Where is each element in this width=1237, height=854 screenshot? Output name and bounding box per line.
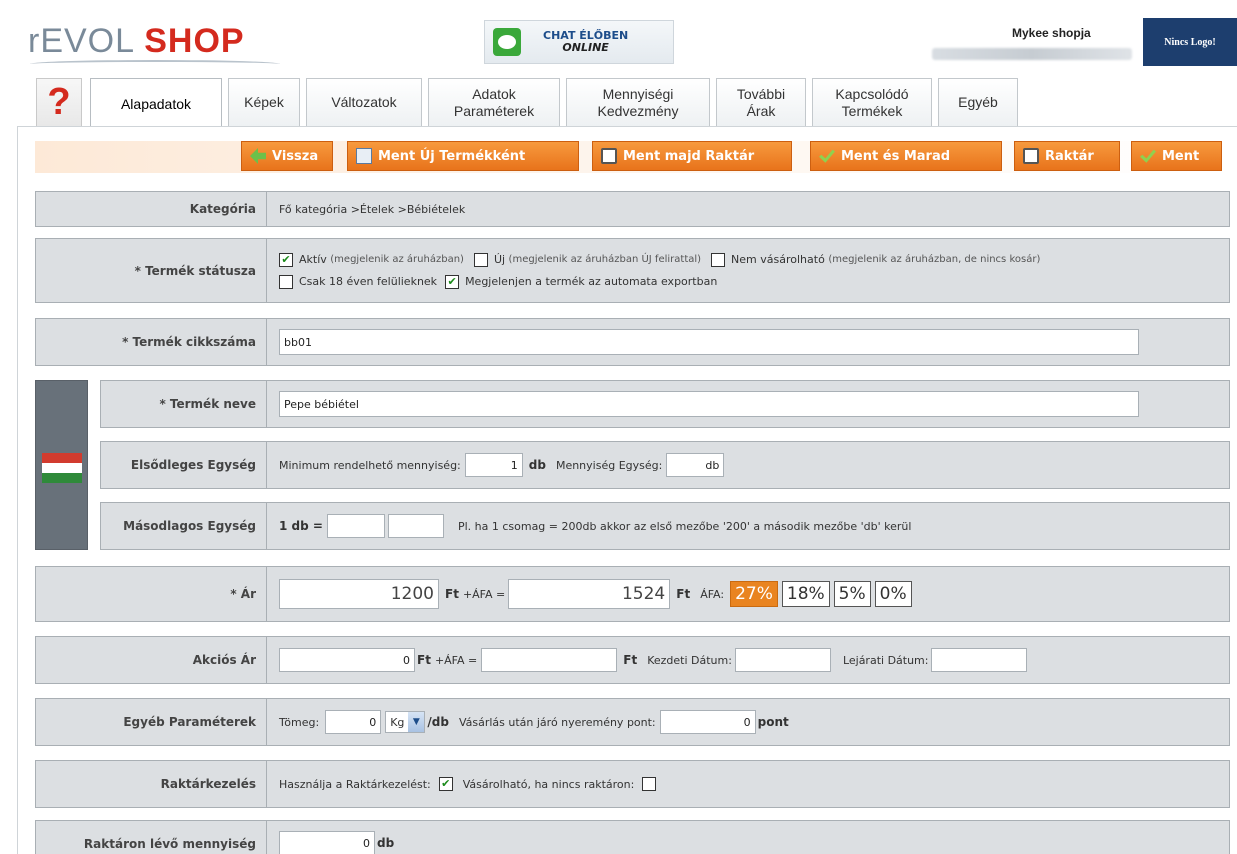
primary-unit-row: Elsődleges Egység Minimum rendelhető men… (100, 441, 1230, 489)
tab-mennyisegi-kedvezmeny[interactable]: Mennyiségi Kedvezmény (566, 78, 710, 126)
arrow-left-icon (250, 148, 266, 164)
sale-gross-price-input[interactable] (481, 648, 618, 672)
tab-alapadatok[interactable]: Alapadatok (90, 78, 222, 130)
stock-management-label: Raktárkezelés (36, 761, 267, 807)
tab-kapcsolodo-termekek[interactable]: Kapcsolódó Termékek (812, 78, 932, 126)
clipboard-icon (1023, 148, 1039, 164)
weight-unit-select[interactable]: Kg ▼ (385, 711, 426, 733)
back-button[interactable]: Vissza (241, 141, 333, 171)
tab-bar: Alapadatok Képek Változatok Adatok Param… (90, 78, 1018, 130)
category-label: Kategória (36, 192, 267, 226)
clipboard-icon (601, 148, 617, 164)
vat-18-button[interactable]: 18% (781, 581, 830, 607)
blurred-info (932, 48, 1132, 60)
sku-row: * Termék cikkszáma bb01 (35, 318, 1230, 366)
no-logo-box[interactable]: Nincs Logo! (1143, 18, 1237, 66)
chevron-down-icon: ▼ (408, 712, 425, 732)
min-quantity-input[interactable]: 1 (464, 453, 523, 477)
secondary-unit-label: Másodlagos Egység (101, 503, 267, 549)
revolshop-logo: rEVOL SHOP (28, 22, 245, 60)
save-as-new-button[interactable]: Ment Új Termékként (347, 141, 579, 171)
price-row: * Ár 1200 Ft +ÁFA = 1524 Ft ÁFA: 27% 18%… (35, 566, 1230, 622)
stock-management-row: Raktárkezelés Használja a Raktárkezelést… (35, 760, 1230, 808)
vat-27-button[interactable]: 27% (730, 581, 778, 607)
sale-net-price-input[interactable]: 0 (279, 648, 415, 672)
stock-quantity-row: Raktáron lévő mennyiség 0 db (35, 820, 1230, 854)
help-icon[interactable]: ? (36, 78, 82, 126)
stock-button[interactable]: Raktár (1014, 141, 1120, 171)
language-column (35, 380, 88, 550)
checkmark-icon (819, 149, 835, 163)
copy-icon (356, 148, 372, 164)
buyable-without-stock-checkbox[interactable] (642, 777, 657, 791)
logo-swoosh (30, 60, 280, 68)
tab-adatok-parameterek[interactable]: Adatok Paraméterek (428, 78, 560, 126)
vat-0-button[interactable]: 0% (874, 581, 912, 607)
price-label: * Ár (36, 567, 267, 621)
category-value: Fő kategória >Ételek >Bébiételek (279, 202, 466, 216)
category-row: Kategória Fő kategória >Ételek >Bébiétel… (35, 191, 1230, 227)
name-row: * Termék neve Pepe bébiétel (100, 380, 1230, 428)
other-params-label: Egyéb Paraméterek (36, 699, 267, 745)
sale-price-row: Akciós Ár 0 Ft +ÁFA = Ft Kezdeti Dátum: … (35, 636, 1230, 684)
vat-5-button[interactable]: 5% (833, 581, 871, 607)
sale-price-label: Akciós Ár (36, 637, 267, 683)
chat-status: ONLINE (562, 41, 609, 54)
active-checkbox[interactable]: ✔ (279, 252, 293, 267)
new-checkbox[interactable] (473, 252, 488, 267)
tab-tovabbi-arak[interactable]: További Árak (716, 78, 806, 126)
tab-valtozatok[interactable]: Változatok (306, 78, 422, 126)
not-buyable-checkbox[interactable] (711, 252, 726, 267)
secondary-unit-row: Másodlagos Egység 1 db = Pl. ha 1 csomag… (100, 502, 1230, 550)
other-params-row: Egyéb Paraméterek Tömeg: 0 Kg ▼ /db Vásá… (35, 698, 1230, 746)
hungarian-flag-icon[interactable] (42, 453, 82, 483)
sale-start-date-input[interactable] (734, 648, 831, 672)
tab-kepek[interactable]: Képek (228, 78, 300, 126)
live-chat-button[interactable]: CHAT ÉLŐBEN ONLINE (484, 20, 674, 64)
save-then-stock-button[interactable]: Ment majd Raktár (592, 141, 792, 171)
name-label: * Termék neve (101, 381, 267, 427)
product-name-input[interactable]: Pepe bébiétel (279, 391, 1139, 417)
reward-points-input[interactable]: 0 (659, 710, 756, 734)
chat-bubble-icon (493, 28, 521, 56)
secondary-unit-input[interactable] (387, 514, 444, 538)
status-label: * Termék státusza (36, 239, 267, 302)
sale-end-date-input[interactable] (931, 648, 1028, 672)
status-row: * Termék státusza ✔ Aktív (megjelenik az… (35, 238, 1230, 303)
weight-input[interactable]: 0 (325, 710, 382, 734)
sku-label: * Termék cikkszáma (36, 319, 267, 365)
stock-quantity-label: Raktáron lévő mennyiség (36, 821, 267, 854)
adult-only-checkbox[interactable] (279, 274, 293, 289)
gross-price-input[interactable]: 1524 (508, 579, 671, 609)
net-price-input[interactable]: 1200 (279, 579, 439, 609)
use-stock-checkbox[interactable]: ✔ (438, 777, 453, 791)
unit-input[interactable]: db (666, 453, 725, 477)
tab-egyeb[interactable]: Egyéb (938, 78, 1018, 126)
primary-unit-label: Elsődleges Egység (101, 442, 267, 488)
shop-name: Mykee shopja (1012, 26, 1091, 40)
checkmark-icon (1140, 149, 1156, 163)
export-checkbox[interactable]: ✔ (445, 274, 460, 289)
save-button[interactable]: Ment (1131, 141, 1222, 171)
sku-input[interactable]: bb01 (279, 329, 1139, 355)
secondary-quantity-input[interactable] (326, 514, 385, 538)
stock-quantity-input[interactable]: 0 (279, 831, 375, 854)
save-and-stay-button[interactable]: Ment és Marad (810, 141, 1002, 171)
